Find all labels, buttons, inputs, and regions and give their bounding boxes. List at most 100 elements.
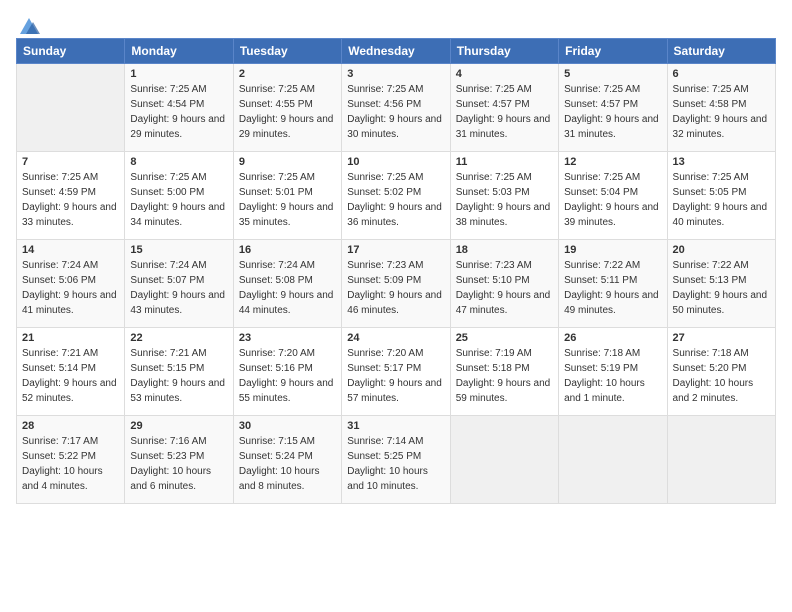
cell-text: Sunrise: 7:25 AMSunset: 5:02 PMDaylight:… — [347, 172, 442, 228]
calendar-cell: 28 Sunrise: 7:17 AMSunset: 5:22 PMDaylig… — [17, 416, 125, 504]
calendar-cell — [17, 64, 125, 152]
calendar-cell: 19 Sunrise: 7:22 AMSunset: 5:11 PMDaylig… — [559, 240, 667, 328]
calendar-cell: 23 Sunrise: 7:20 AMSunset: 5:16 PMDaylig… — [233, 328, 341, 416]
cell-text: Sunrise: 7:20 AMSunset: 5:16 PMDaylight:… — [239, 348, 334, 404]
cell-text: Sunrise: 7:21 AMSunset: 5:14 PMDaylight:… — [22, 348, 117, 404]
day-number: 8 — [130, 156, 227, 168]
calendar-cell — [450, 416, 558, 504]
cell-text: Sunrise: 7:25 AMSunset: 4:57 PMDaylight:… — [564, 84, 659, 140]
cell-text: Sunrise: 7:17 AMSunset: 5:22 PMDaylight:… — [22, 436, 103, 492]
cell-text: Sunrise: 7:24 AMSunset: 5:07 PMDaylight:… — [130, 260, 225, 316]
cell-text: Sunrise: 7:25 AMSunset: 5:03 PMDaylight:… — [456, 172, 551, 228]
weekday-header-sunday: Sunday — [17, 39, 125, 64]
cell-text: Sunrise: 7:18 AMSunset: 5:19 PMDaylight:… — [564, 348, 645, 404]
weekday-header-friday: Friday — [559, 39, 667, 64]
weekday-header-saturday: Saturday — [667, 39, 775, 64]
day-number: 9 — [239, 156, 336, 168]
day-number: 25 — [456, 332, 553, 344]
day-number: 10 — [347, 156, 444, 168]
day-number: 30 — [239, 420, 336, 432]
day-number: 15 — [130, 244, 227, 256]
calendar-cell: 8 Sunrise: 7:25 AMSunset: 5:00 PMDayligh… — [125, 152, 233, 240]
calendar-cell: 6 Sunrise: 7:25 AMSunset: 4:58 PMDayligh… — [667, 64, 775, 152]
calendar-cell: 9 Sunrise: 7:25 AMSunset: 5:01 PMDayligh… — [233, 152, 341, 240]
calendar-cell: 7 Sunrise: 7:25 AMSunset: 4:59 PMDayligh… — [17, 152, 125, 240]
cell-text: Sunrise: 7:15 AMSunset: 5:24 PMDaylight:… — [239, 436, 320, 492]
calendar-cell: 22 Sunrise: 7:21 AMSunset: 5:15 PMDaylig… — [125, 328, 233, 416]
calendar-cell: 20 Sunrise: 7:22 AMSunset: 5:13 PMDaylig… — [667, 240, 775, 328]
day-number: 23 — [239, 332, 336, 344]
cell-text: Sunrise: 7:25 AMSunset: 4:55 PMDaylight:… — [239, 84, 334, 140]
calendar-cell: 25 Sunrise: 7:19 AMSunset: 5:18 PMDaylig… — [450, 328, 558, 416]
day-number: 1 — [130, 68, 227, 80]
cell-text: Sunrise: 7:24 AMSunset: 5:06 PMDaylight:… — [22, 260, 117, 316]
calendar-cell: 5 Sunrise: 7:25 AMSunset: 4:57 PMDayligh… — [559, 64, 667, 152]
calendar-cell: 30 Sunrise: 7:15 AMSunset: 5:24 PMDaylig… — [233, 416, 341, 504]
calendar-cell: 31 Sunrise: 7:14 AMSunset: 5:25 PMDaylig… — [342, 416, 450, 504]
day-number: 5 — [564, 68, 661, 80]
cell-text: Sunrise: 7:25 AMSunset: 4:59 PMDaylight:… — [22, 172, 117, 228]
calendar-week-2: 7 Sunrise: 7:25 AMSunset: 4:59 PMDayligh… — [17, 152, 776, 240]
day-number: 31 — [347, 420, 444, 432]
calendar-cell: 16 Sunrise: 7:24 AMSunset: 5:08 PMDaylig… — [233, 240, 341, 328]
calendar-cell: 13 Sunrise: 7:25 AMSunset: 5:05 PMDaylig… — [667, 152, 775, 240]
calendar-cell: 21 Sunrise: 7:21 AMSunset: 5:14 PMDaylig… — [17, 328, 125, 416]
cell-text: Sunrise: 7:25 AMSunset: 4:57 PMDaylight:… — [456, 84, 551, 140]
calendar-week-4: 21 Sunrise: 7:21 AMSunset: 5:14 PMDaylig… — [17, 328, 776, 416]
calendar-cell: 1 Sunrise: 7:25 AMSunset: 4:54 PMDayligh… — [125, 64, 233, 152]
calendar-cell: 18 Sunrise: 7:23 AMSunset: 5:10 PMDaylig… — [450, 240, 558, 328]
day-number: 16 — [239, 244, 336, 256]
cell-text: Sunrise: 7:25 AMSunset: 5:00 PMDaylight:… — [130, 172, 225, 228]
calendar-cell: 2 Sunrise: 7:25 AMSunset: 4:55 PMDayligh… — [233, 64, 341, 152]
calendar-cell: 26 Sunrise: 7:18 AMSunset: 5:19 PMDaylig… — [559, 328, 667, 416]
day-number: 6 — [673, 68, 770, 80]
cell-text: Sunrise: 7:25 AMSunset: 5:04 PMDaylight:… — [564, 172, 659, 228]
day-number: 4 — [456, 68, 553, 80]
cell-text: Sunrise: 7:25 AMSunset: 5:05 PMDaylight:… — [673, 172, 768, 228]
day-number: 11 — [456, 156, 553, 168]
day-number: 13 — [673, 156, 770, 168]
calendar-cell: 24 Sunrise: 7:20 AMSunset: 5:17 PMDaylig… — [342, 328, 450, 416]
cell-text: Sunrise: 7:25 AMSunset: 4:58 PMDaylight:… — [673, 84, 768, 140]
calendar-cell: 27 Sunrise: 7:18 AMSunset: 5:20 PMDaylig… — [667, 328, 775, 416]
calendar-week-3: 14 Sunrise: 7:24 AMSunset: 5:06 PMDaylig… — [17, 240, 776, 328]
day-number: 14 — [22, 244, 119, 256]
cell-text: Sunrise: 7:25 AMSunset: 5:01 PMDaylight:… — [239, 172, 334, 228]
day-number: 28 — [22, 420, 119, 432]
cell-text: Sunrise: 7:16 AMSunset: 5:23 PMDaylight:… — [130, 436, 211, 492]
cell-text: Sunrise: 7:25 AMSunset: 4:56 PMDaylight:… — [347, 84, 442, 140]
calendar-cell: 29 Sunrise: 7:16 AMSunset: 5:23 PMDaylig… — [125, 416, 233, 504]
calendar-cell — [667, 416, 775, 504]
calendar-cell: 17 Sunrise: 7:23 AMSunset: 5:09 PMDaylig… — [342, 240, 450, 328]
logo-icon — [18, 16, 40, 38]
day-number: 7 — [22, 156, 119, 168]
cell-text: Sunrise: 7:24 AMSunset: 5:08 PMDaylight:… — [239, 260, 334, 316]
calendar-week-1: 1 Sunrise: 7:25 AMSunset: 4:54 PMDayligh… — [17, 64, 776, 152]
cell-text: Sunrise: 7:14 AMSunset: 5:25 PMDaylight:… — [347, 436, 428, 492]
weekday-header-tuesday: Tuesday — [233, 39, 341, 64]
weekday-header-wednesday: Wednesday — [342, 39, 450, 64]
day-number: 22 — [130, 332, 227, 344]
cell-text: Sunrise: 7:22 AMSunset: 5:13 PMDaylight:… — [673, 260, 768, 316]
day-number: 17 — [347, 244, 444, 256]
calendar-cell: 14 Sunrise: 7:24 AMSunset: 5:06 PMDaylig… — [17, 240, 125, 328]
cell-text: Sunrise: 7:22 AMSunset: 5:11 PMDaylight:… — [564, 260, 659, 316]
day-number: 12 — [564, 156, 661, 168]
calendar-table: SundayMondayTuesdayWednesdayThursdayFrid… — [16, 38, 776, 504]
day-number: 19 — [564, 244, 661, 256]
weekday-header-monday: Monday — [125, 39, 233, 64]
cell-text: Sunrise: 7:23 AMSunset: 5:10 PMDaylight:… — [456, 260, 551, 316]
calendar-cell: 15 Sunrise: 7:24 AMSunset: 5:07 PMDaylig… — [125, 240, 233, 328]
cell-text: Sunrise: 7:18 AMSunset: 5:20 PMDaylight:… — [673, 348, 754, 404]
day-number: 29 — [130, 420, 227, 432]
calendar-cell — [559, 416, 667, 504]
calendar-cell: 3 Sunrise: 7:25 AMSunset: 4:56 PMDayligh… — [342, 64, 450, 152]
cell-text: Sunrise: 7:19 AMSunset: 5:18 PMDaylight:… — [456, 348, 551, 404]
weekday-header-thursday: Thursday — [450, 39, 558, 64]
page-header — [16, 10, 776, 34]
cell-text: Sunrise: 7:23 AMSunset: 5:09 PMDaylight:… — [347, 260, 442, 316]
day-number: 3 — [347, 68, 444, 80]
day-number: 20 — [673, 244, 770, 256]
day-number: 2 — [239, 68, 336, 80]
day-number: 24 — [347, 332, 444, 344]
